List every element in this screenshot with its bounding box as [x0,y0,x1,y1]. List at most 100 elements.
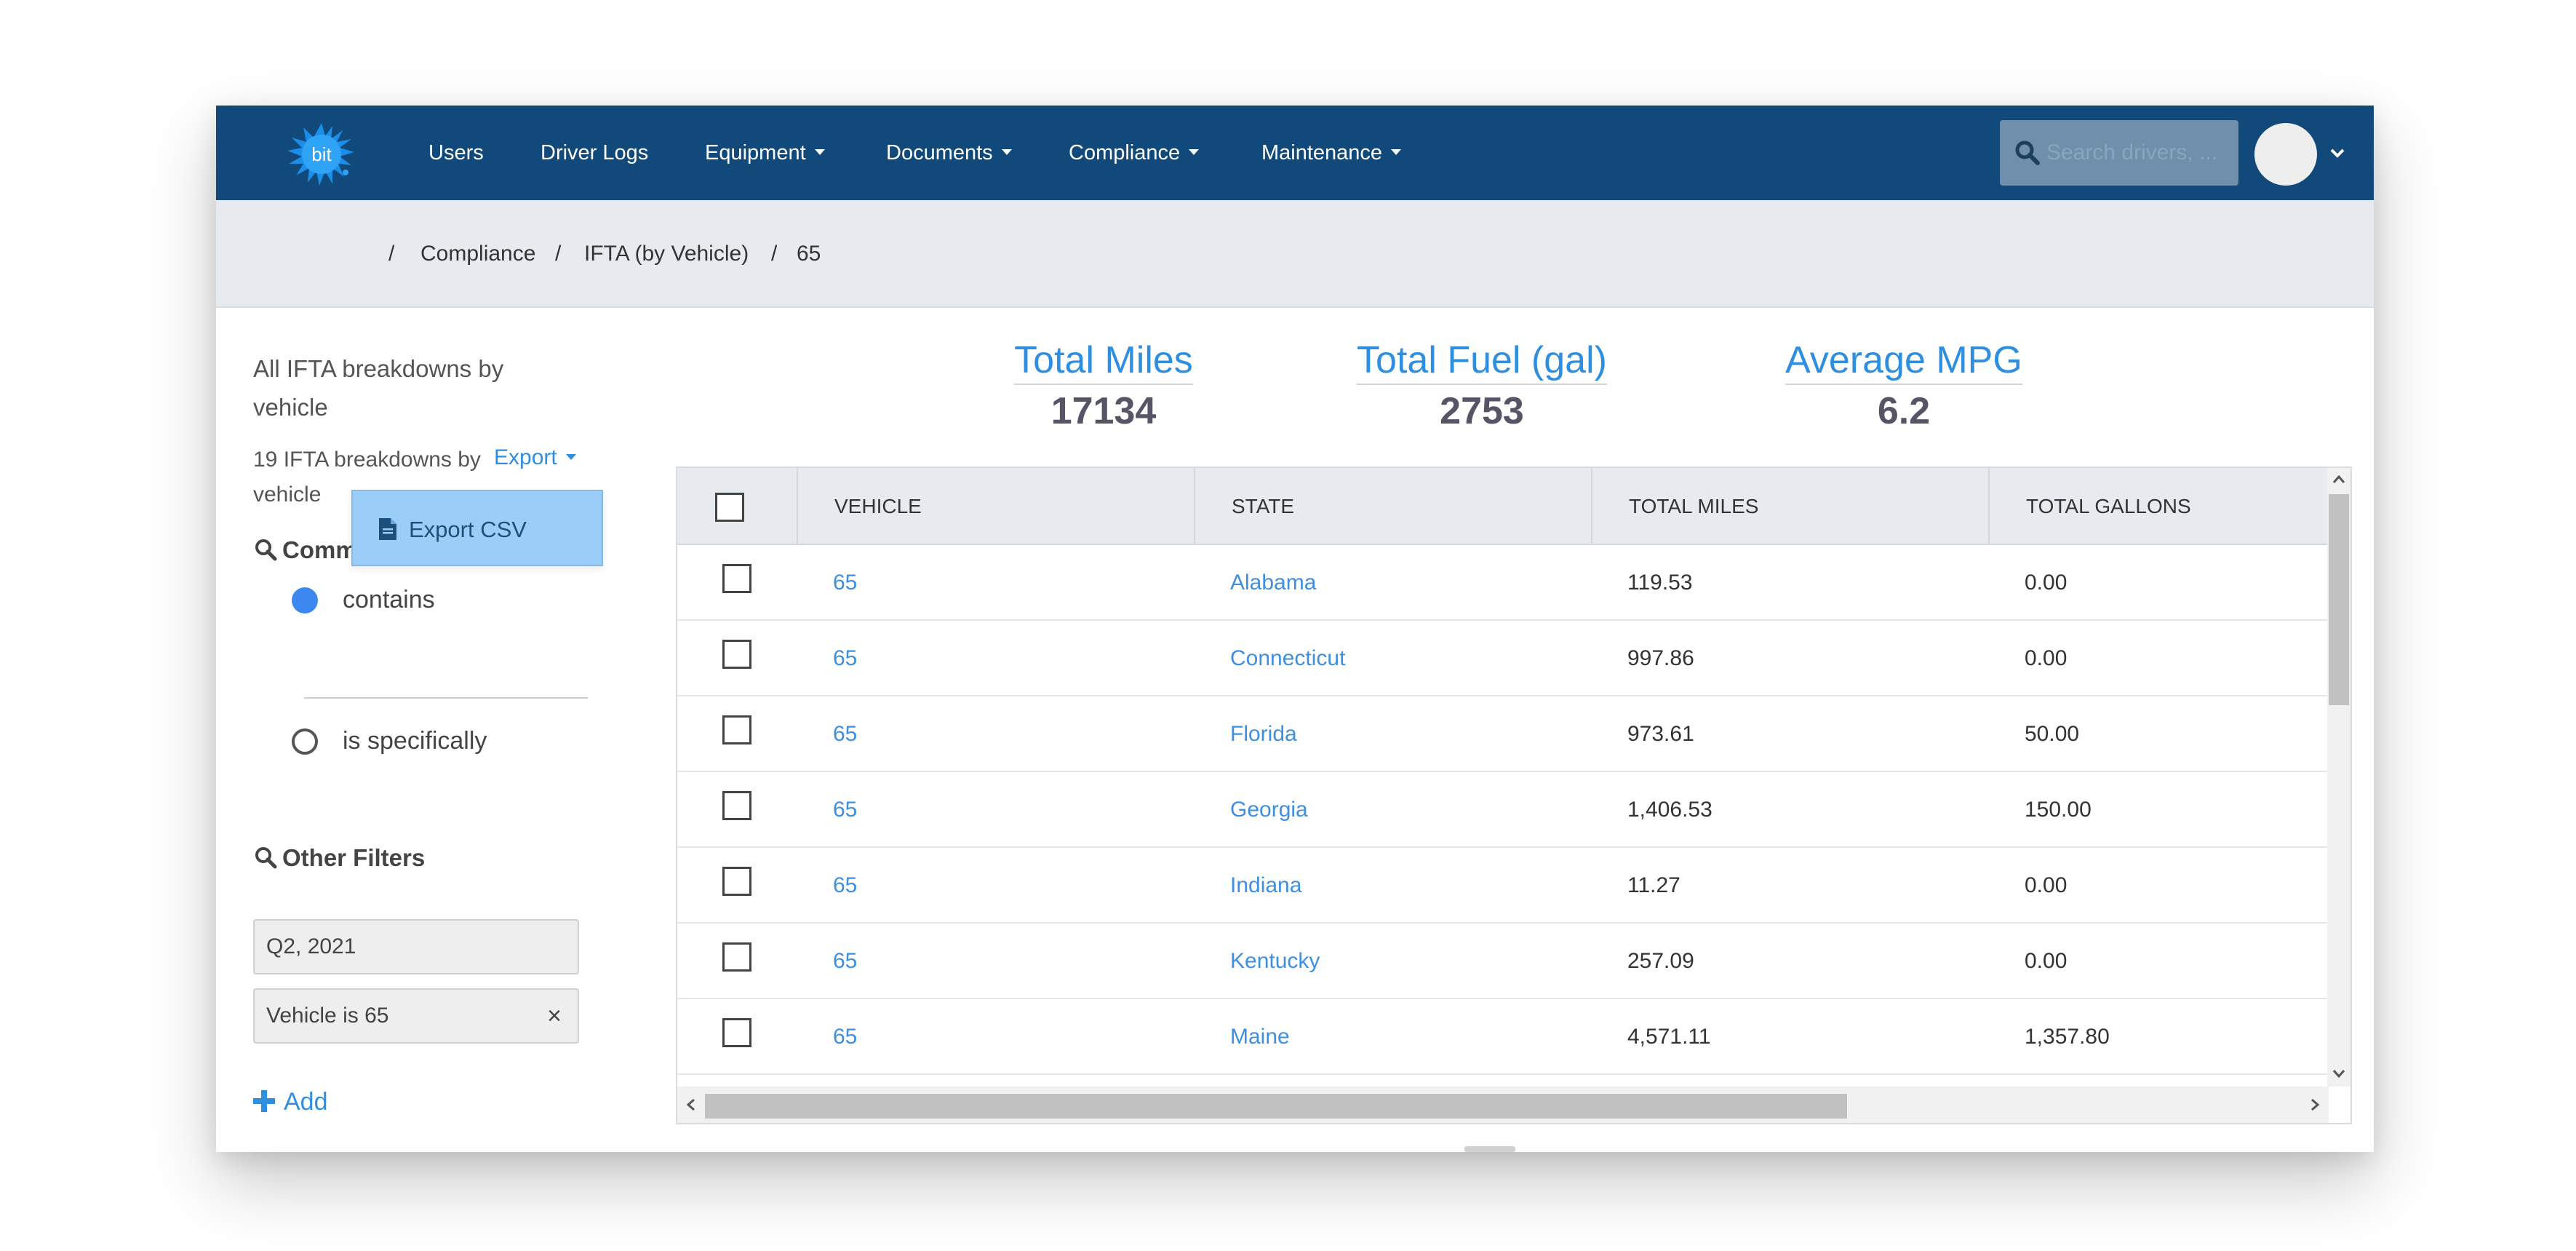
state-link[interactable]: Indiana [1230,848,1301,924]
average-mpg-stat: Average MPG 6.2 [1773,338,2035,433]
total-miles-cell: 973.61 [1627,722,1694,746]
breadcrumb-separator: / [555,242,562,266]
row-checkbox[interactable] [722,715,751,744]
table-row: 65 Connecticut 997.86 0.00 [677,621,2329,696]
filter-vehicle-chip[interactable]: Vehicle is 65 × [253,988,579,1044]
nav-documents[interactable]: Documents [886,106,1012,200]
total-miles-cell: 257.09 [1627,949,1694,973]
row-checkbox[interactable] [722,791,751,820]
filter-period-chip[interactable]: Q2, 2021 [253,919,579,974]
vehicle-link[interactable]: 65 [833,621,857,696]
row-checkbox[interactable] [722,867,751,896]
radio-is-specifically[interactable] [292,728,318,755]
vertical-scrollbar[interactable] [2327,468,2350,1087]
nav-compliance[interactable]: Compliance [1069,106,1200,200]
table-row: 65 Georgia 1,406.53 150.00 [677,772,2329,848]
chevron-left-icon[interactable] [683,1097,699,1113]
chevron-up-icon[interactable] [2330,471,2348,488]
breadcrumb-compliance[interactable]: Compliance [420,200,535,308]
app-window: bit Users Driver Logs Equipment Document… [216,106,2374,1152]
filter-period-label: Q2, 2021 [266,934,356,958]
column-header-total-gallons[interactable]: TOTAL GALLONS [1988,468,2350,545]
table-row: 65 Alabama 119.53 0.00 [677,545,2329,621]
search-box[interactable] [2000,120,2238,186]
chevron-down-icon[interactable] [2329,146,2346,161]
search-icon [2015,140,2040,165]
vehicle-link[interactable]: 65 [833,999,857,1075]
select-all-checkbox[interactable] [715,493,744,522]
vehicle-link[interactable]: 65 [833,696,857,772]
chevron-down-icon[interactable] [2330,1065,2348,1082]
state-link[interactable]: Florida [1230,696,1297,772]
average-mpg-value: 6.2 [1877,390,1931,432]
search-input[interactable] [2046,136,2228,170]
breadcrumb-current: 65 [797,242,821,266]
total-miles-cell: 4,571.11 [1627,1025,1711,1049]
state-link[interactable]: Alabama [1230,545,1316,621]
state-link[interactable]: Maine [1230,999,1290,1075]
nav-users[interactable]: Users [428,106,484,200]
top-navbar: bit Users Driver Logs Equipment Document… [216,106,2374,200]
row-checkbox[interactable] [722,640,751,669]
nav-documents-label: Documents [886,141,993,164]
vertical-scroll-thumb[interactable] [2329,494,2349,705]
bit-logo[interactable]: bit [282,120,362,189]
table-header: VEHICLE STATE TOTAL MILES TOTAL GALLONS [677,468,2329,545]
total-gallons-cell: 0.00 [2025,646,2067,670]
breadcrumb-ifta-by-vehicle[interactable]: IFTA (by Vehicle) [584,200,749,308]
total-fuel-value: 2753 [1440,390,1524,432]
search-icon [255,847,277,869]
nav-driver-logs[interactable]: Driver Logs [541,106,648,200]
state-link[interactable]: Connecticut [1230,621,1345,696]
common-filter-heading: Comm [253,536,357,564]
table-row: 65 Indiana 11.27 0.00 [677,848,2329,924]
horizontal-scroll-thumb[interactable] [705,1094,1847,1119]
total-fuel-stat: Total Fuel (gal) 2753 [1336,338,1627,433]
radio-contains-label[interactable]: contains [343,586,435,614]
common-filter-label: Comm [282,536,357,563]
vehicle-link[interactable]: 65 [833,848,857,924]
horizontal-scrollbar[interactable] [677,1087,2329,1123]
column-header-vehicle[interactable]: VEHICLE [797,468,1194,545]
nav-equipment[interactable]: Equipment [705,106,825,200]
radio-contains[interactable] [292,587,318,613]
column-header-total-miles[interactable]: TOTAL MILES [1591,468,1988,545]
chevron-down-icon [1001,149,1012,156]
radio-is-specifically-label[interactable]: is specifically [343,727,487,755]
total-miles-cell: 119.53 [1627,571,1693,595]
nav-maintenance[interactable]: Maintenance [1261,106,1402,200]
close-icon[interactable]: × [547,990,562,1042]
avatar[interactable] [2254,123,2317,186]
other-filters-label: Other Filters [282,844,426,871]
export-csv-label: Export CSV [409,517,527,542]
logo-text: bit [311,143,332,165]
total-miles-cell: 997.86 [1627,646,1694,670]
average-mpg-label: Average MPG [1785,338,2022,385]
export-dropdown[interactable]: Export [494,445,576,470]
row-checkbox[interactable] [722,564,751,593]
vehicle-link[interactable]: 65 [833,772,857,848]
resize-handle[interactable] [1464,1146,1515,1152]
vehicle-link[interactable]: 65 [833,924,857,999]
export-label: Export [494,445,557,469]
breadcrumb: / Compliance / IFTA (by Vehicle) / 65 [216,200,2374,308]
state-link[interactable]: Kentucky [1230,924,1320,999]
state-link[interactable]: Georgia [1230,772,1308,848]
table-row: 65 Florida 973.61 50.00 [677,696,2329,772]
search-icon [255,539,277,561]
row-checkbox[interactable] [722,1018,751,1047]
vehicle-link[interactable]: 65 [833,545,857,621]
column-header-state[interactable]: STATE [1194,468,1591,545]
breadcrumb-separator: / [388,242,395,266]
add-filter-label: Add [284,1088,328,1116]
chevron-down-icon [1391,149,1402,156]
add-filter-button[interactable]: Add [253,1088,328,1116]
chevron-right-icon[interactable] [2307,1097,2323,1113]
export-csv-menu-item[interactable]: Export CSV [351,490,603,566]
total-gallons-cell: 0.00 [2025,873,2067,897]
table-row: 65 Kentucky 257.09 0.00 [677,924,2329,999]
total-miles-cell: 1,406.53 [1627,798,1712,822]
row-checkbox[interactable] [722,942,751,972]
total-gallons-cell: 0.00 [2025,571,2067,595]
breadcrumb-separator: / [771,242,778,266]
